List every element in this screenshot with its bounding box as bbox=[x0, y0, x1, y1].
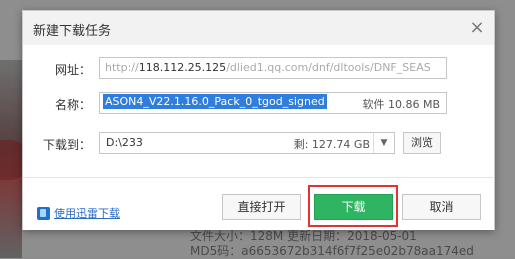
url-path: /dlied1.qq.com/dnf/dltools/DNF_SEAS bbox=[226, 61, 431, 74]
download-to-label: 下载到： bbox=[42, 138, 91, 152]
name-label: 名称： bbox=[54, 98, 91, 112]
download-path-value: D:\233 bbox=[106, 136, 143, 149]
dialog-title: 新建下载任务 bbox=[33, 24, 112, 39]
download-button[interactable]: 下载 bbox=[314, 194, 393, 220]
use-xunlei-label: 使用迅雷下载 bbox=[54, 207, 120, 220]
use-xunlei-link[interactable]: 使用迅雷下载 bbox=[37, 205, 120, 221]
background-info-line2: MD5码：a6653672b314f6f7f25e02b78aa174ed bbox=[190, 244, 474, 258]
free-space: 剩: 127.74 GB bbox=[293, 138, 370, 151]
url-field[interactable]: http://118.112.25.125/dlied1.qq.com/dnf/… bbox=[99, 57, 447, 79]
browse-button[interactable]: 浏览 bbox=[403, 132, 441, 154]
open-directly-button[interactable]: 直接打开 bbox=[222, 194, 301, 220]
file-size: 软件 10.86 MB bbox=[362, 98, 440, 111]
dialog-titlebar: 新建下载任务 × bbox=[23, 11, 494, 45]
url-host: 118.112.25.125 bbox=[138, 61, 227, 74]
url-label: 网址： bbox=[54, 63, 91, 77]
new-download-dialog: 新建下载任务 × 网址： http://118.112.25.125/dlied… bbox=[22, 10, 495, 230]
url-prefix: http:// bbox=[105, 61, 139, 74]
close-icon[interactable]: × bbox=[468, 19, 486, 37]
download-path-field[interactable]: D:\233 剩: 127.74 GB ▼ bbox=[99, 132, 395, 154]
cancel-button[interactable]: 取消 bbox=[402, 194, 481, 220]
filename-field[interactable]: ASON4_V22.1.16.0_Pack_0_tgod_signed 软件 1… bbox=[99, 92, 447, 114]
background-file-info: 文件大小：128M 更新日期：2018-05-01 MD5码：a6653672b… bbox=[190, 229, 474, 259]
xunlei-icon bbox=[37, 206, 50, 220]
filename-value: ASON4_V22.1.16.0_Pack_0_tgod_signed bbox=[103, 94, 327, 109]
background-info-line1: 文件大小：128M 更新日期：2018-05-01 bbox=[190, 229, 417, 243]
chevron-down-icon[interactable]: ▼ bbox=[373, 133, 394, 153]
